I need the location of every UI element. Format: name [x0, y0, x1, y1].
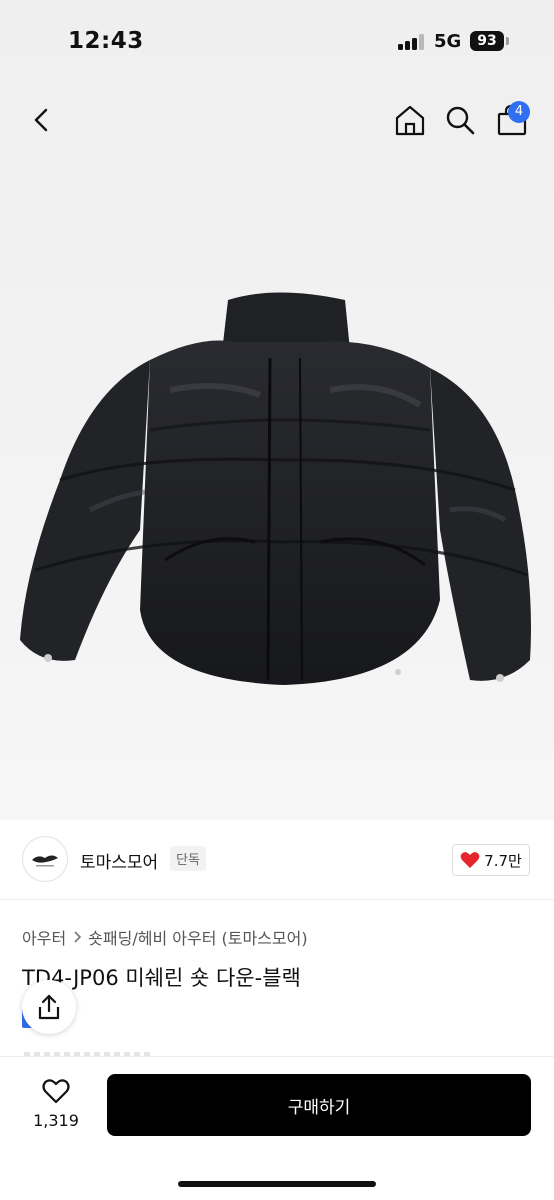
- share-button[interactable]: [22, 980, 76, 1034]
- breadcrumb: 아우터 숏패딩/헤비 아우터 (토마스모어): [22, 925, 308, 949]
- home-button[interactable]: [390, 100, 430, 140]
- signal-icon: [398, 34, 426, 50]
- breadcrumb-subcategory[interactable]: 숏패딩/헤비 아우터 (토마스모어): [88, 925, 307, 949]
- network-type: 5G: [434, 31, 462, 52]
- search-icon: [446, 106, 475, 135]
- brand-row: 토마스모어 단독 7.7만: [0, 820, 554, 900]
- back-button[interactable]: [22, 100, 62, 140]
- cart-count-badge: 4: [508, 101, 530, 123]
- heart-filled-icon: [460, 852, 480, 868]
- clock: 12:43: [68, 28, 144, 54]
- breadcrumb-category[interactable]: 아우터: [22, 925, 66, 949]
- back-icon: [34, 108, 48, 132]
- product-detail-screen: 12:43 5G 93 4 토마스모어 단독 7.7만 아우터 숏패딩/헤비 아…: [0, 0, 554, 1200]
- heart-outline-icon: [42, 1079, 70, 1104]
- chevron-right-icon: [74, 931, 82, 943]
- wishlist-count: 1,319: [33, 1111, 79, 1130]
- brand-logo[interactable]: [22, 836, 68, 882]
- buy-button[interactable]: 구매하기: [107, 1074, 531, 1136]
- battery-icon: 93: [470, 31, 504, 51]
- exclusive-badge: 단독: [170, 846, 206, 871]
- home-indicator[interactable]: [178, 1181, 376, 1187]
- product-image[interactable]: 12:43 5G 93 4: [0, 0, 554, 820]
- battery-tip: [506, 37, 509, 45]
- status-bar: 12:43 5G 93: [0, 0, 554, 84]
- wishlist-button[interactable]: 1,319: [28, 1077, 84, 1147]
- home-icon: [395, 105, 425, 136]
- share-icon: [38, 994, 60, 1020]
- brand-like-button[interactable]: 7.7만: [452, 844, 530, 876]
- search-button[interactable]: [440, 100, 480, 140]
- purchase-bar: 1,319 구매하기: [0, 1056, 554, 1200]
- brand-like-count: 7.7만: [484, 851, 522, 870]
- brand-logo-icon: [32, 855, 58, 867]
- jacket-image: [20, 292, 531, 685]
- brand-name[interactable]: 토마스모어: [80, 848, 158, 873]
